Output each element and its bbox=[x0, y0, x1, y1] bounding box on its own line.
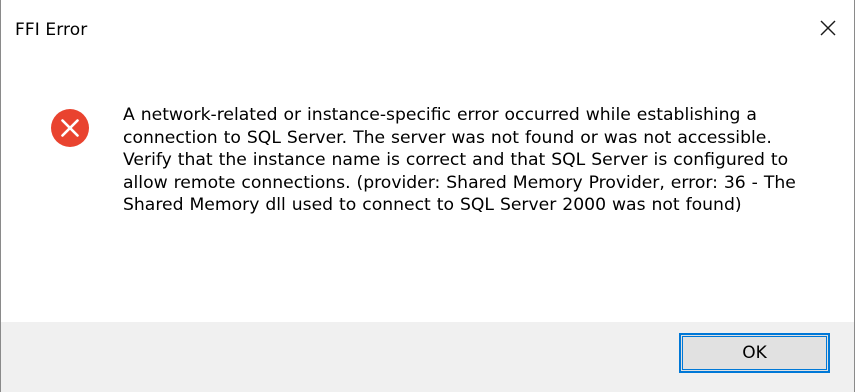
title-bar: FFI Error bbox=[1, 0, 854, 62]
error-dialog: FFI Error A network-related or instance-… bbox=[0, 0, 855, 392]
dialog-content: A network-related or instance-specific e… bbox=[1, 62, 854, 322]
error-icon bbox=[51, 109, 89, 147]
ok-button-label: OK bbox=[742, 343, 767, 363]
ok-button[interactable]: OK bbox=[679, 333, 830, 373]
window-title: FFI Error bbox=[15, 20, 88, 40]
close-button[interactable] bbox=[802, 4, 854, 52]
button-bar: OK bbox=[1, 322, 854, 392]
error-message: A network-related or instance-specific e… bbox=[123, 105, 796, 216]
close-icon bbox=[820, 20, 836, 36]
